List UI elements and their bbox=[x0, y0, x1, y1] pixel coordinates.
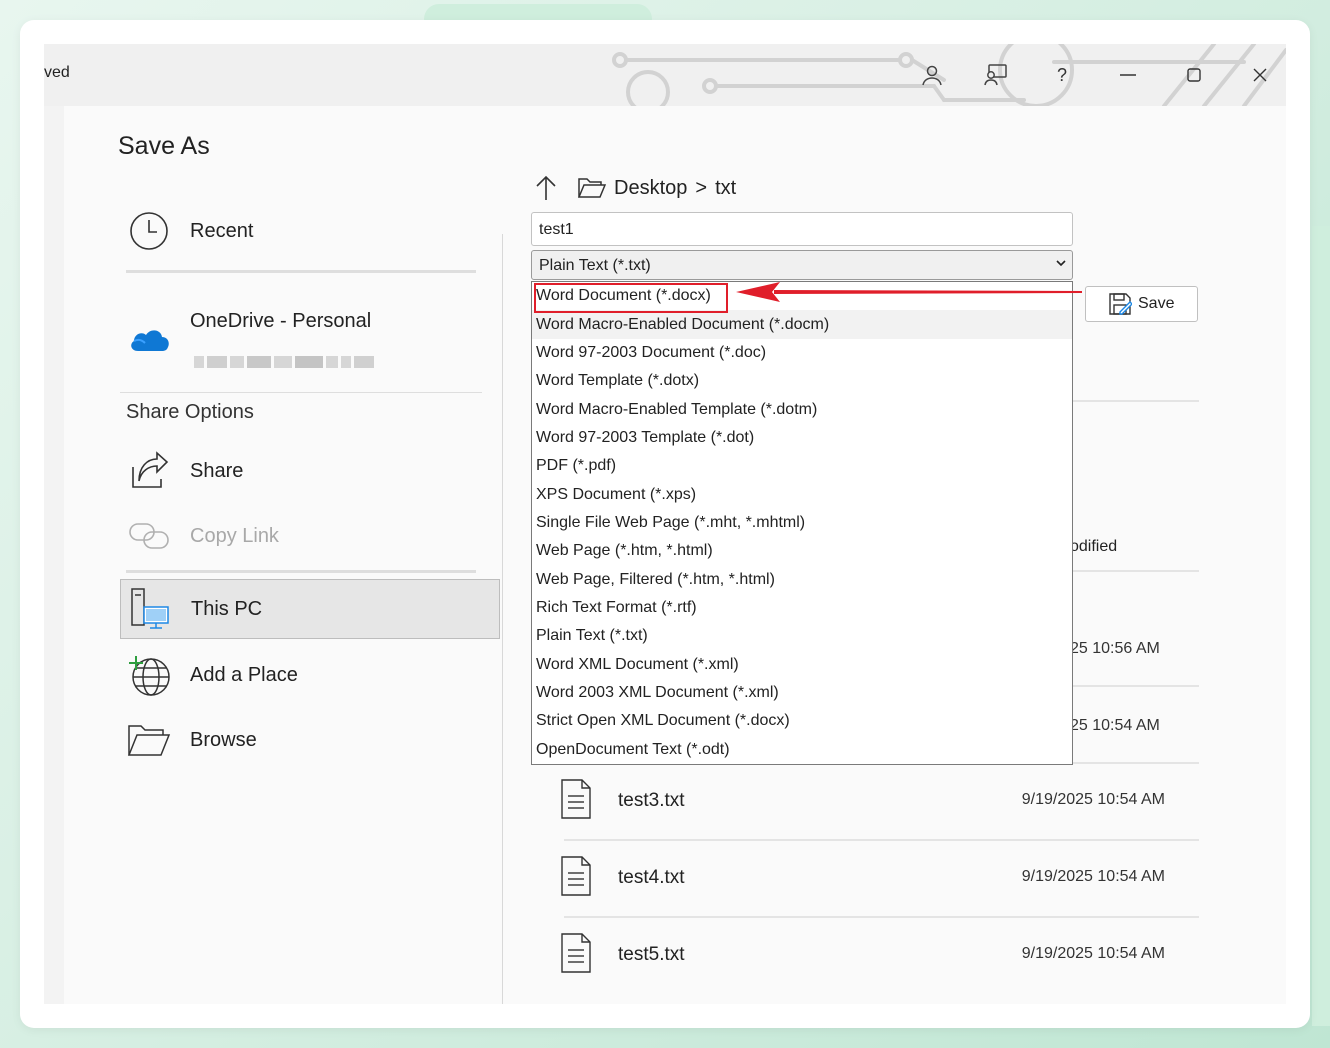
filetype-option[interactable]: Word XML Document (*.xml) bbox=[532, 650, 1072, 678]
save-icon bbox=[1109, 293, 1132, 315]
page-title: Save As bbox=[118, 132, 210, 160]
filetype-option[interactable]: OpenDocument Text (*.odt) bbox=[532, 736, 1072, 764]
text-file-icon bbox=[561, 779, 591, 819]
save-as-window: ved ? Save As Recent OneDrive - Personal… bbox=[44, 44, 1286, 1004]
nav-onedrive-label: OneDrive - Personal bbox=[190, 310, 372, 332]
screenshot-frame: ved ? Save As Recent OneDrive - Personal… bbox=[20, 20, 1310, 1028]
divider bbox=[126, 270, 476, 273]
file-name: test3.txt bbox=[618, 790, 685, 811]
nav-browse-label: Browse bbox=[190, 728, 257, 751]
file-date: 9/19/2025 10:54 AM bbox=[1021, 945, 1165, 962]
filename-input[interactable]: test1 bbox=[531, 212, 1073, 246]
file-date: 9/19/2025 10:54 AM bbox=[1021, 791, 1165, 808]
link-icon bbox=[126, 513, 172, 559]
minimize-button[interactable] bbox=[1108, 58, 1148, 92]
filetype-option[interactable]: Strict Open XML Document (*.docx) bbox=[532, 707, 1072, 735]
nav-add-place-label: Add a Place bbox=[190, 663, 298, 686]
filetype-option[interactable]: Word 97-2003 Template (*.dot) bbox=[532, 424, 1072, 452]
nav-this-pc[interactable]: This PC bbox=[120, 579, 500, 639]
filetype-option[interactable]: Word Template (*.dotx) bbox=[532, 367, 1072, 395]
share-options-heading: Share Options bbox=[126, 401, 254, 423]
filetype-option[interactable]: XPS Document (*.xps) bbox=[532, 480, 1072, 508]
window-title: ved bbox=[44, 64, 70, 81]
filetype-option[interactable]: Plain Text (*.txt) bbox=[532, 622, 1072, 650]
filetype-select[interactable]: Plain Text (*.txt) bbox=[531, 250, 1073, 280]
globe-add-icon bbox=[126, 652, 172, 698]
background-strip bbox=[1312, 226, 1330, 1026]
onedrive-cloud-icon bbox=[126, 316, 172, 362]
divider bbox=[120, 392, 482, 393]
clock-icon bbox=[126, 208, 172, 254]
file-name: test5.txt bbox=[618, 944, 685, 965]
help-button[interactable]: ? bbox=[1042, 58, 1082, 92]
highlight-annotation-box bbox=[534, 283, 728, 313]
text-file-icon bbox=[561, 856, 591, 896]
filetype-option[interactable]: Web Page, Filtered (*.htm, *.html) bbox=[532, 565, 1072, 593]
filetype-option[interactable]: Word 2003 XML Document (*.xml) bbox=[532, 679, 1072, 707]
share-icon bbox=[126, 448, 172, 494]
file-date: 9/19/2025 10:54 AM bbox=[1021, 868, 1165, 885]
filetype-option[interactable]: Web Page (*.htm, *.html) bbox=[532, 537, 1072, 565]
filetype-option[interactable]: Word Macro-Enabled Template (*.dotm) bbox=[532, 395, 1072, 423]
divider bbox=[126, 570, 476, 573]
breadcrumb-separator: > bbox=[695, 176, 708, 199]
title-bar: ved ? bbox=[44, 44, 1286, 106]
account-email-redacted bbox=[194, 356, 374, 368]
nav-browse[interactable]: Browse bbox=[120, 711, 500, 769]
save-button-label: Save bbox=[1138, 295, 1175, 312]
filetype-option[interactable]: Word 97-2003 Document (*.doc) bbox=[532, 339, 1072, 367]
nav-copy-link-label: Copy Link bbox=[190, 524, 279, 547]
filetype-selected-value: Plain Text (*.txt) bbox=[539, 257, 651, 274]
share-screen-icon[interactable] bbox=[976, 58, 1016, 92]
filetype-option[interactable]: Word Macro-Enabled Document (*.docm) bbox=[532, 310, 1072, 339]
breadcrumb: Desktop > txt bbox=[534, 174, 736, 202]
chevron-down-icon bbox=[1056, 256, 1066, 270]
text-file-icon bbox=[561, 933, 591, 973]
filetype-option[interactable]: Rich Text Format (*.rtf) bbox=[532, 594, 1072, 622]
annotation-arrow-icon bbox=[736, 282, 1082, 302]
filetype-dropdown-list: Word Document (*.docx) Word Macro-Enable… bbox=[531, 281, 1073, 765]
folder-open-icon bbox=[126, 717, 172, 763]
account-icon[interactable] bbox=[912, 58, 952, 92]
file-row[interactable]: test5.txt 9/19/2025 10:54 AM bbox=[544, 916, 1199, 992]
nav-onedrive[interactable]: OneDrive - Personal bbox=[120, 310, 500, 356]
file-date: 25 10:54 AM bbox=[1070, 717, 1160, 734]
nav-recent[interactable]: Recent bbox=[120, 202, 500, 260]
pane-divider bbox=[502, 234, 503, 1004]
filetype-option[interactable]: Single File Web Page (*.mht, *.mhtml) bbox=[532, 509, 1072, 537]
nav-this-pc-label: This PC bbox=[191, 597, 263, 620]
computer-icon bbox=[127, 586, 173, 632]
nav-recent-label: Recent bbox=[190, 219, 254, 242]
nav-copy-link: Copy Link bbox=[120, 507, 500, 565]
file-name: test4.txt bbox=[618, 867, 685, 888]
file-row[interactable]: test3.txt 9/19/2025 10:54 AM bbox=[544, 762, 1199, 838]
file-date: 25 10:56 AM bbox=[1070, 640, 1160, 657]
file-row[interactable]: test4.txt 9/19/2025 10:54 AM bbox=[544, 839, 1199, 915]
column-header-date-modified[interactable]: odified bbox=[1070, 538, 1117, 556]
breadcrumb-txt[interactable]: txt bbox=[715, 177, 736, 200]
filetype-option[interactable]: PDF (*.pdf) bbox=[532, 452, 1072, 480]
up-arrow-icon[interactable] bbox=[534, 174, 558, 202]
folder-icon bbox=[578, 178, 606, 198]
nav-share[interactable]: Share bbox=[120, 442, 500, 500]
save-button[interactable]: Save bbox=[1085, 286, 1198, 322]
nav-add-place[interactable]: Add a Place bbox=[120, 646, 500, 704]
breadcrumb-desktop[interactable]: Desktop bbox=[614, 177, 687, 200]
maximize-button[interactable] bbox=[1174, 58, 1214, 92]
close-button[interactable] bbox=[1240, 58, 1280, 92]
nav-share-label: Share bbox=[190, 459, 244, 482]
